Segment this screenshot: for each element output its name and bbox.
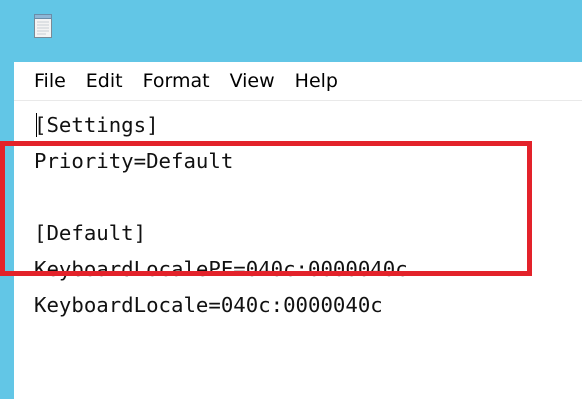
menu-help[interactable]: Help [286,62,349,100]
text-line-settings-header: [Settings] [34,113,159,137]
notepad-icon[interactable] [34,14,52,38]
text-line-keyboard-locale: KeyboardLocale=040c:0000040c [34,293,383,317]
menu-file[interactable]: File [30,62,77,100]
menu-view[interactable]: View [221,62,286,100]
red-highlight-box [0,141,532,276]
title-bar[interactable] [0,0,582,62]
menu-bar: File Edit Format View Help [14,62,582,101]
menu-edit[interactable]: Edit [77,62,134,100]
menu-format[interactable]: Format [134,62,221,100]
notepad-window: File Edit Format View Help [Settings] Pr… [0,0,582,399]
